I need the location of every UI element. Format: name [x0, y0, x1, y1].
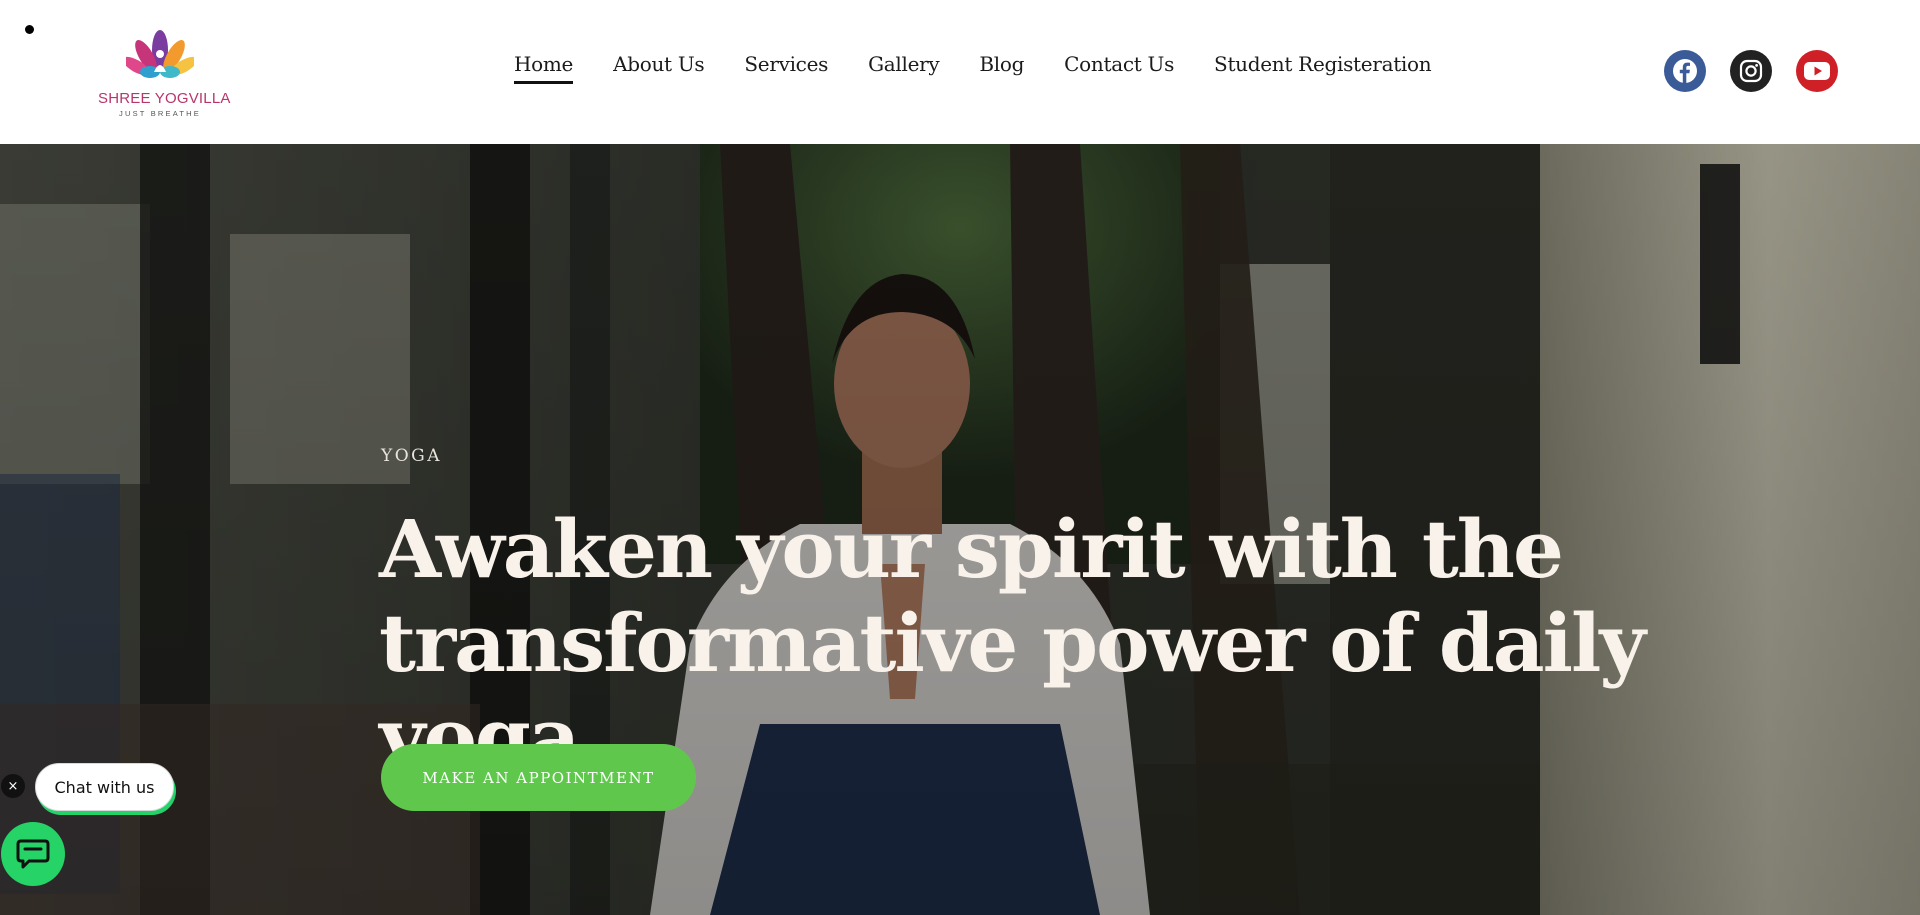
instagram-link[interactable]: [1730, 50, 1772, 92]
chat-bubble-icon: [16, 839, 50, 869]
hero-eyebrow: YOGA: [381, 446, 443, 466]
nav-item-blog[interactable]: Blog: [979, 52, 1024, 84]
nav-item-about-us[interactable]: About Us: [613, 52, 705, 84]
main-nav: Home About Us Services Gallery Blog Cont…: [514, 52, 1432, 84]
youtube-icon: [1804, 62, 1830, 80]
site-logo[interactable]: SHREE YOGVILLA JUST BREATHE: [98, 28, 231, 122]
hero-title: Awaken your spirit with the transformati…: [379, 502, 1646, 784]
logo-tagline: JUST BREATHE: [119, 109, 201, 118]
nav-item-services[interactable]: Services: [744, 52, 828, 84]
lotus-logo-icon: [126, 30, 194, 78]
nav-item-home[interactable]: Home: [514, 52, 573, 84]
chat-launcher-button[interactable]: [1, 822, 65, 886]
logo-name: SHREE YOGVILLA: [98, 90, 231, 107]
nav-item-student-registration[interactable]: Student Registeration: [1214, 52, 1432, 84]
nav-item-contact-us[interactable]: Contact Us: [1064, 52, 1174, 84]
site-header: SHREE YOGVILLA JUST BREATHE Home About U…: [0, 0, 1920, 144]
instagram-icon: [1739, 59, 1763, 83]
bullet-dot: [25, 25, 34, 34]
nav-item-gallery[interactable]: Gallery: [868, 52, 940, 84]
chat-with-us-label[interactable]: Chat with us: [35, 763, 174, 811]
facebook-link[interactable]: [1664, 50, 1706, 92]
chat-close-button[interactable]: ×: [1, 774, 25, 798]
youtube-link[interactable]: [1796, 50, 1838, 92]
hero-section: YOGA Awaken your spirit with the transfo…: [0, 144, 1920, 915]
facebook-icon: [1673, 59, 1697, 83]
make-appointment-button[interactable]: MAKE AN APPOINTMENT: [381, 744, 696, 811]
